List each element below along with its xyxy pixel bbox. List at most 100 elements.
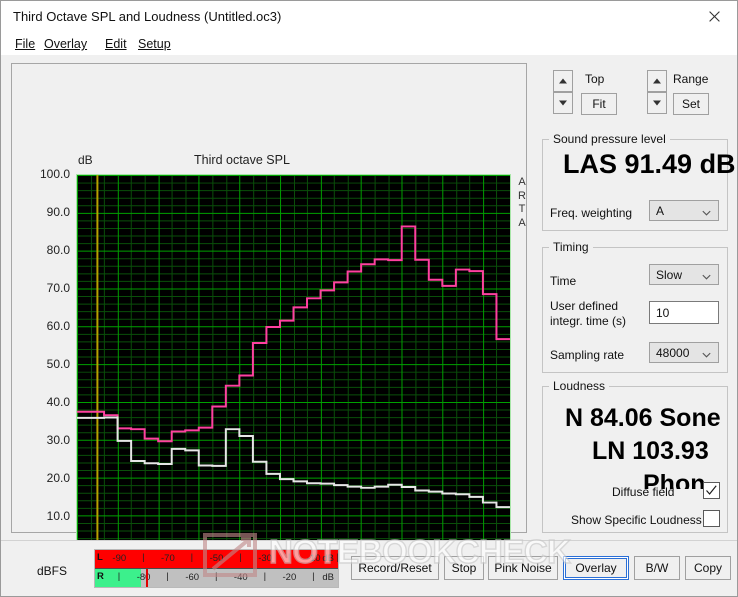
diffuse-field-label: Diffuse field bbox=[612, 485, 675, 499]
meter-tick-mark: | bbox=[190, 552, 194, 563]
range-spinner-up[interactable] bbox=[647, 70, 667, 92]
menu-item-edit[interactable]: Edit bbox=[99, 35, 133, 53]
range-label: Range bbox=[673, 72, 709, 86]
loudness-phon-value: LN 103.93 bbox=[592, 437, 709, 465]
meter-unit-bottom: dB bbox=[322, 572, 334, 583]
meter-tick: -60 bbox=[185, 572, 200, 583]
button-record-reset[interactable]: Record/Reset bbox=[351, 556, 439, 580]
menu-label-file: File bbox=[15, 37, 36, 51]
chevron-down-icon bbox=[702, 270, 711, 280]
loudness-values: N 84.06 Sone LN 103.93 Phon bbox=[542, 399, 728, 489]
arta-letter: A bbox=[518, 216, 526, 229]
button-copy[interactable]: Copy bbox=[685, 556, 731, 580]
integr-time-label-line1: User defined bbox=[550, 299, 619, 313]
time-value: Slow bbox=[656, 267, 683, 282]
dbfs-label: dBFS bbox=[37, 564, 68, 578]
y-axis-tick: 90.0 bbox=[46, 205, 70, 219]
freq-weighting-select[interactable]: A bbox=[649, 200, 719, 221]
sampling-rate-value: 48000 bbox=[656, 345, 690, 360]
chevron-up-icon bbox=[559, 78, 567, 84]
chevron-down-icon bbox=[653, 100, 661, 106]
button-stop[interactable]: Stop bbox=[444, 556, 484, 580]
top-label: Top bbox=[585, 72, 605, 86]
menu-label-overlay: Overlay bbox=[44, 37, 88, 51]
close-icon bbox=[708, 11, 720, 22]
chart-title: Third octave SPL bbox=[194, 153, 290, 167]
meter-tick: -80 bbox=[136, 572, 151, 583]
window-title: Third Octave SPL and Loudness (Untitled.… bbox=[13, 9, 282, 24]
meter-tick: -70 bbox=[161, 553, 175, 564]
freq-weighting-value: A bbox=[656, 203, 665, 218]
time-label: Time bbox=[550, 274, 577, 288]
spl-group-title: Sound pressure level bbox=[549, 132, 670, 146]
dbfs-level-meter[interactable]: L -90 | -70 | -50 | -30 | -10 | dB R -80 | -60 | -40 |… bbox=[94, 549, 339, 588]
menu-item-setup[interactable]: Setup bbox=[132, 35, 177, 53]
meter-tick-mark: | bbox=[239, 552, 242, 563]
y-axis-tick: 40.0 bbox=[46, 395, 70, 409]
menu-label-edit: Edit bbox=[105, 37, 127, 51]
chevron-up-icon bbox=[653, 78, 661, 84]
chevron-down-icon bbox=[702, 348, 711, 358]
meter-tick-mark: | bbox=[263, 571, 267, 582]
arta-letter: T bbox=[518, 203, 526, 215]
show-specific-loudness-checkbox[interactable] bbox=[703, 510, 720, 527]
plot-area[interactable] bbox=[76, 174, 511, 554]
sampling-rate-select[interactable]: 48000 bbox=[649, 342, 719, 363]
top-spinner[interactable] bbox=[553, 70, 573, 114]
sampling-rate-label: Sampling rate bbox=[550, 348, 625, 362]
arta-watermark-label: ARTA bbox=[515, 176, 529, 230]
meter-tick: -40 bbox=[233, 572, 248, 583]
meter-tick-mark: | bbox=[117, 571, 121, 582]
y-axis-ticks: 0.010.020.030.040.050.060.070.080.090.01… bbox=[12, 64, 70, 561]
timing-group-title: Timing bbox=[549, 240, 593, 254]
app-window: Third Octave SPL and Loudness (Untitled.… bbox=[0, 0, 738, 597]
meter-tick-mark: | bbox=[142, 552, 145, 563]
meter-tick-mark: | bbox=[336, 552, 338, 563]
meter-tick: -10 bbox=[306, 553, 321, 564]
meter-tick: -20 bbox=[282, 572, 297, 583]
meter-row-left: L -90 | -70 | -50 | -30 | -10 | dB bbox=[95, 550, 338, 568]
y-axis-tick: 10.0 bbox=[46, 509, 70, 523]
meter-unit-top: dB bbox=[322, 553, 334, 564]
diffuse-field-checkbox[interactable] bbox=[703, 482, 720, 499]
button-overlay[interactable]: Overlay bbox=[563, 556, 629, 580]
menu-item-file[interactable]: File bbox=[9, 35, 41, 53]
meter-tick-mark: | bbox=[166, 571, 169, 582]
chart-panel: dB Third octave SPL 0.010.020.030.040.05… bbox=[11, 63, 529, 589]
close-button[interactable] bbox=[691, 1, 737, 32]
y-axis-tick: 80.0 bbox=[46, 243, 70, 257]
meter-row-right: R -80 | -60 | -40 | -20 | | dB bbox=[95, 569, 338, 587]
y-axis-tick: 60.0 bbox=[46, 319, 70, 333]
meter-tick-mark: | bbox=[312, 571, 315, 582]
menu-label-setup: Setup bbox=[138, 37, 171, 51]
title-bar: Third Octave SPL and Loudness (Untitled.… bbox=[1, 1, 737, 33]
range-spinner-down[interactable] bbox=[647, 92, 667, 114]
top-fit-button[interactable]: Fit bbox=[581, 93, 617, 115]
button-pink-noise[interactable]: Pink Noise bbox=[488, 556, 558, 580]
range-spinner[interactable] bbox=[647, 70, 667, 114]
y-axis-tick: 50.0 bbox=[46, 357, 70, 371]
loudness-group-title: Loudness bbox=[549, 379, 610, 393]
top-spinner-up[interactable] bbox=[553, 70, 573, 92]
meter-left-channel-label: L bbox=[97, 552, 103, 563]
loudness-sone-value: N 84.06 Sone bbox=[565, 404, 721, 432]
menu-bar: File Overlay Edit Setup bbox=[1, 33, 737, 55]
integr-time-input[interactable]: 10 bbox=[649, 301, 719, 324]
integr-time-label-line2: integr. time (s) bbox=[550, 314, 627, 328]
meter-peak-marker bbox=[146, 569, 149, 587]
button-b-w[interactable]: B/W bbox=[634, 556, 680, 580]
plot-canvas bbox=[77, 175, 510, 553]
meter-right-channel-label: R bbox=[97, 571, 104, 582]
spl-value: LAS 91.49 dB bbox=[563, 149, 736, 179]
meter-tick-mark: | bbox=[287, 552, 291, 563]
meter-tick: -90 bbox=[112, 553, 127, 564]
menu-item-overlay[interactable]: Overlay bbox=[38, 35, 93, 53]
meter-tick-mark: | bbox=[214, 571, 218, 582]
time-select[interactable]: Slow bbox=[649, 264, 719, 285]
top-spinner-down[interactable] bbox=[553, 92, 573, 114]
chevron-down-icon bbox=[702, 206, 711, 216]
show-specific-loudness-label: Show Specific Loudness bbox=[571, 513, 702, 527]
range-set-button[interactable]: Set bbox=[673, 93, 709, 115]
arta-letter: A bbox=[518, 176, 526, 188]
y-axis-tick: 70.0 bbox=[46, 281, 70, 295]
